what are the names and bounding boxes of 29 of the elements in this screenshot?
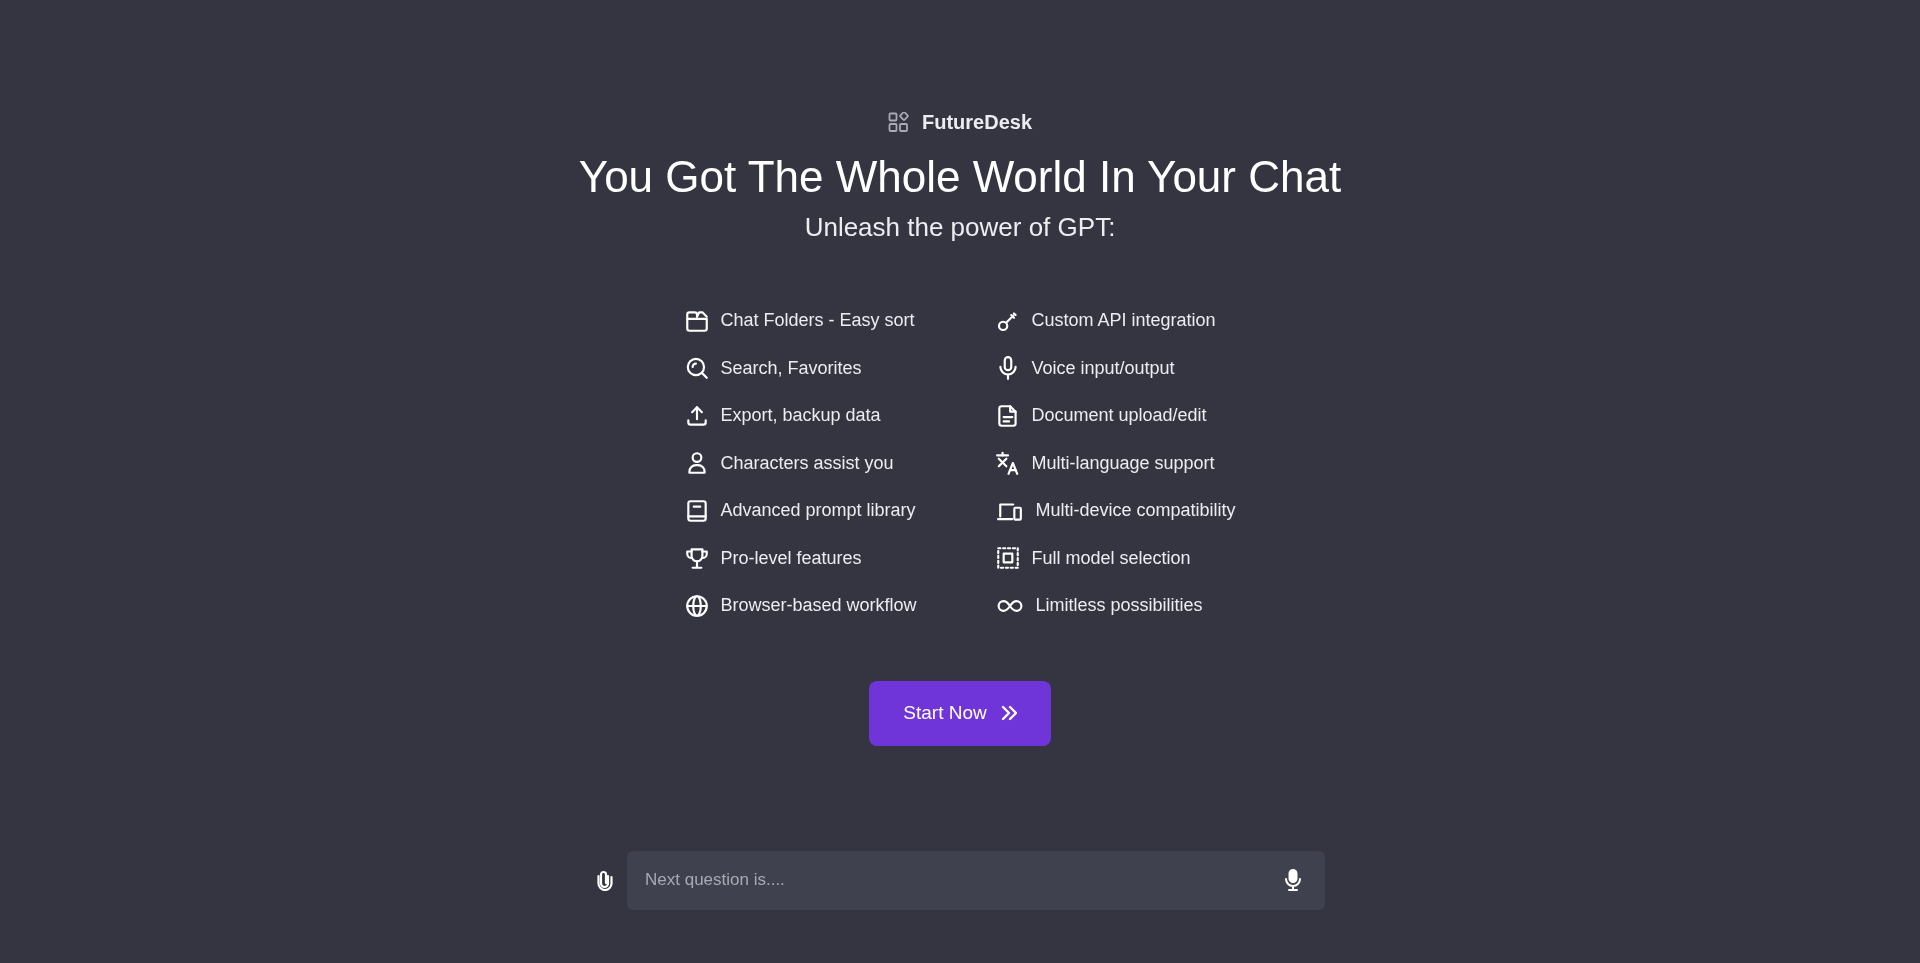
brand-name: FutureDesk (922, 110, 1032, 134)
question-input[interactable]: Next question is.... (627, 850, 1325, 910)
feature-label: Multi-device compatibility (1035, 500, 1236, 522)
feature-label: Chat Folders - Easy sort (720, 310, 915, 332)
chevrons-right-icon (1000, 705, 1017, 721)
start-now-button[interactable]: Start Now (869, 680, 1051, 746)
feature-label: Multi-language support (1031, 452, 1215, 474)
hero-subtitle: Unleash the power of GPT: (804, 212, 1116, 243)
feature-label: Document upload/edit (1031, 405, 1207, 427)
feature-label: Browser-based workflow (720, 595, 917, 617)
voice-input-button[interactable] (1283, 869, 1303, 891)
microphone-icon (1283, 869, 1303, 891)
trophy-icon (684, 545, 711, 572)
feature-label: Pro-level features (720, 547, 862, 569)
feature-label: Limitless possibilities (1035, 595, 1203, 617)
feature-label: Advanced prompt library (720, 500, 916, 522)
hero-title: You Got The Whole World In Your Chat (578, 151, 1342, 203)
globe-icon (684, 592, 711, 619)
logo-icon (888, 111, 909, 133)
selection-icon (995, 545, 1022, 572)
feature-label: Custom API integration (1031, 310, 1216, 332)
feature-label: Export, backup data (720, 405, 881, 427)
feature-label: Full model selection (1031, 547, 1191, 569)
attach-button[interactable] (595, 869, 615, 891)
feature-label: Search, Favorites (720, 357, 862, 379)
feature-label: Voice input/output (1031, 357, 1175, 379)
search-icon (684, 355, 711, 382)
paperclip-icon (595, 869, 615, 891)
feature-label: Characters assist you (720, 452, 894, 474)
